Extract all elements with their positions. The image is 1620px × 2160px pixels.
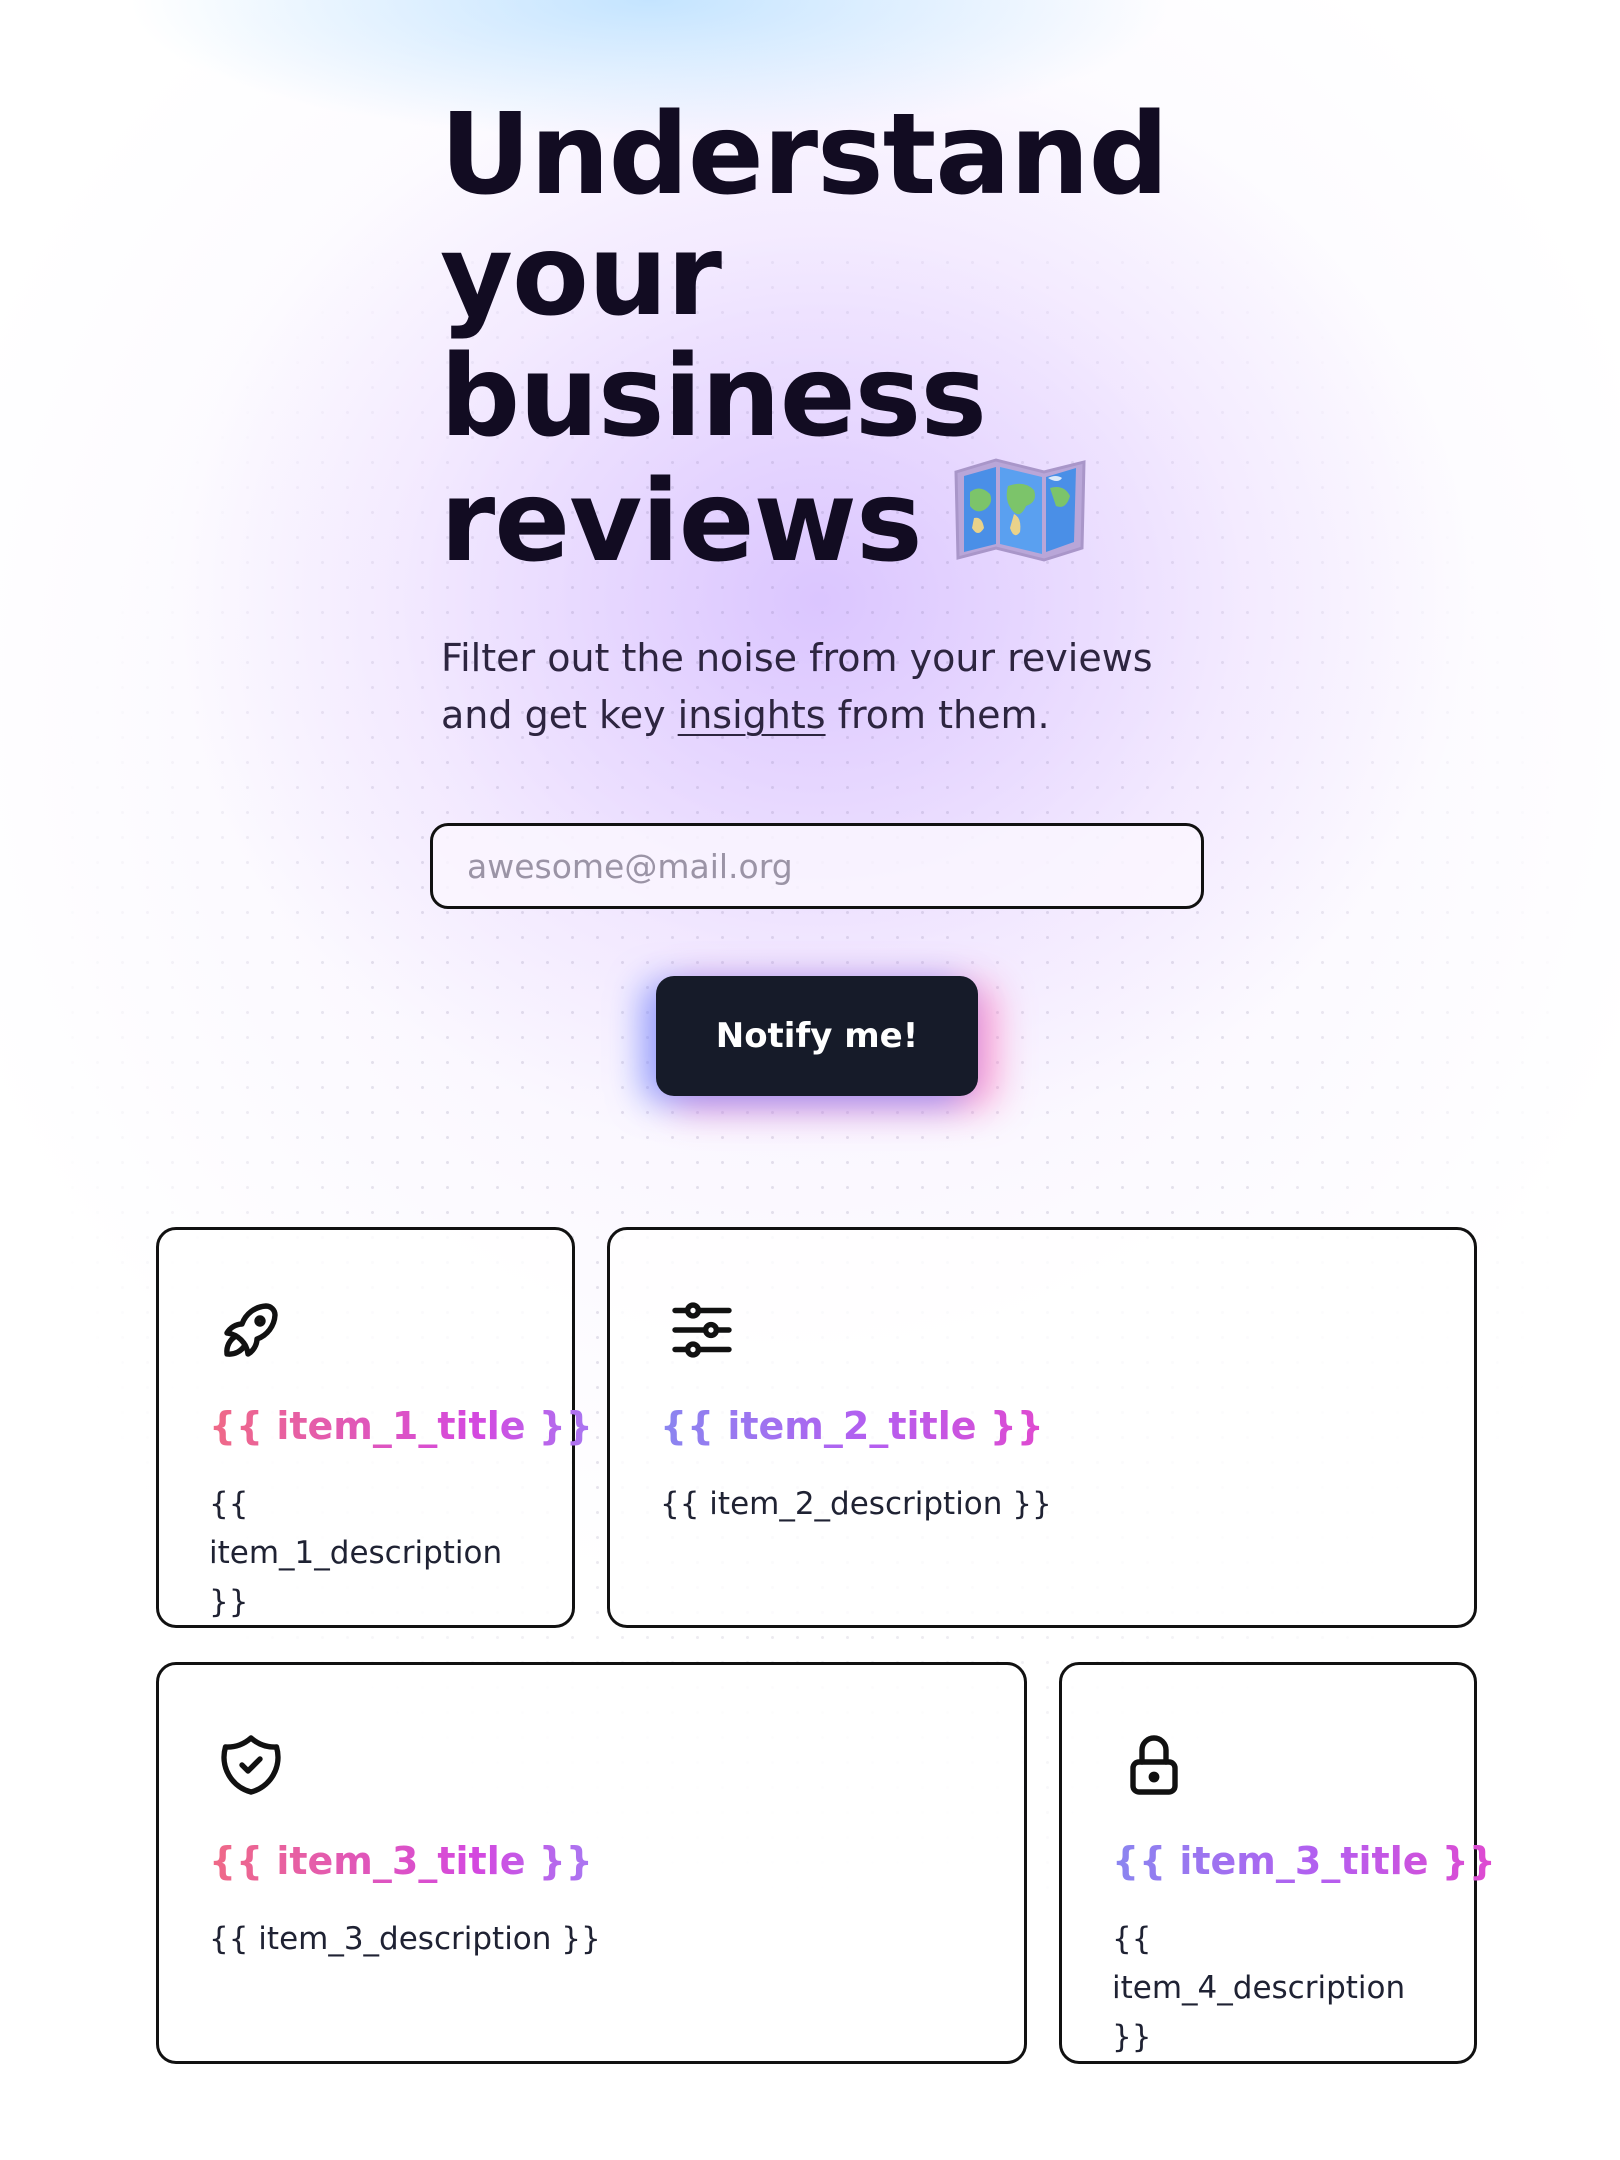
hero-title-line-4-text: reviews bbox=[440, 457, 923, 587]
sliders-icon bbox=[666, 1294, 738, 1366]
notify-me-button[interactable]: Notify me! bbox=[656, 976, 978, 1096]
email-input[interactable] bbox=[430, 823, 1204, 909]
feature-card-4: {{ item_3_title }} {{ item_4_description… bbox=[1059, 1662, 1496, 2064]
landing-page: Understand your business reviews Filter … bbox=[0, 0, 1620, 2160]
feature-card-3: {{ item_3_title }} {{ item_3_description… bbox=[156, 1662, 1027, 2064]
hero-title-line-1: Understand bbox=[440, 90, 1169, 220]
hero-title-line-4: reviews bbox=[440, 458, 1140, 583]
feature-title-2: {{ item_2_title }} bbox=[660, 1404, 1044, 1448]
feature-title-1: {{ item_1_title }} bbox=[209, 1404, 593, 1448]
hero-title-line-2: your bbox=[440, 211, 722, 341]
insights-link[interactable]: insights bbox=[678, 693, 826, 737]
hero-title: Understand your business reviews bbox=[440, 90, 1169, 583]
feature-title-4: {{ item_3_title }} bbox=[1112, 1839, 1496, 1883]
feature-title-3: {{ item_3_title }} bbox=[209, 1839, 593, 1883]
feature-description-2: {{ item_2_description }} bbox=[660, 1486, 1052, 1522]
feature-description-4: {{ item_4_description }} bbox=[1112, 1921, 1406, 2055]
shield-check-icon bbox=[215, 1729, 287, 1801]
hero-subtitle-text-end: from them. bbox=[825, 693, 1050, 737]
rocket-icon bbox=[215, 1294, 287, 1366]
hero-subtitle: Filter out the noise from your reviews a… bbox=[441, 630, 1221, 744]
feature-description-1: {{ item_1_description }} bbox=[209, 1486, 503, 1620]
hero-title-line-3: business bbox=[440, 332, 987, 462]
feature-description-3: {{ item_3_description }} bbox=[209, 1921, 601, 1957]
feature-card-2: {{ item_2_title }} {{ item_2_description… bbox=[607, 1227, 1477, 1628]
world-map-icon bbox=[954, 458, 1086, 562]
feature-card-1: {{ item_1_title }} {{ item_1_description… bbox=[156, 1227, 593, 1628]
lock-icon bbox=[1118, 1729, 1190, 1801]
